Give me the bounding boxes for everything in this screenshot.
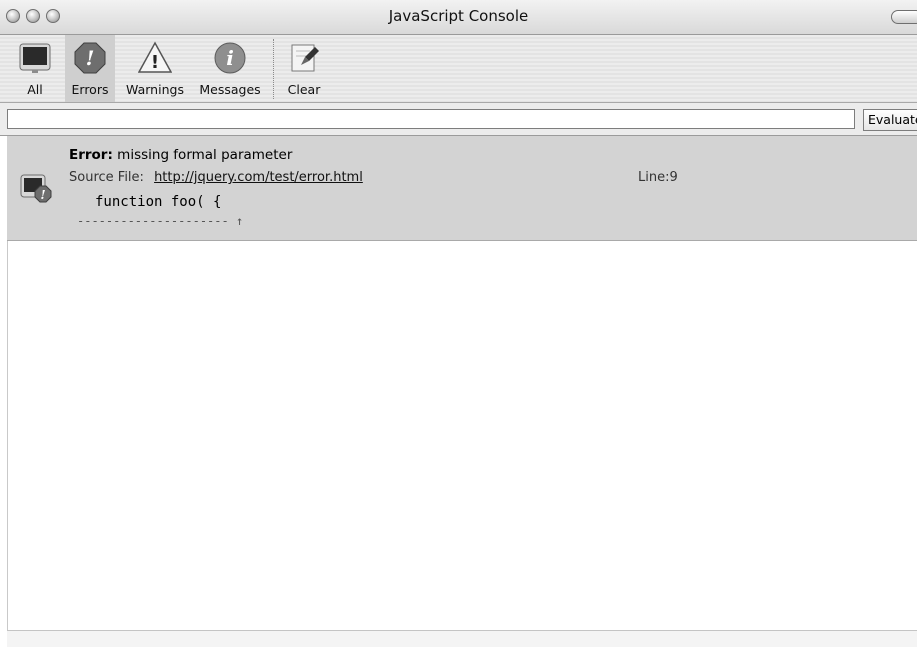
toolbar: All ! Errors ! Warnings i Messages Clear [0, 35, 917, 103]
window-title: JavaScript Console [388, 7, 529, 25]
source-file-line: Source File: http://jquery.com/test/erro… [69, 170, 363, 185]
toolbar-clear-label: Clear [287, 82, 321, 97]
toolbar-errors-button[interactable]: ! Errors [65, 35, 115, 102]
svg-text:!: ! [40, 188, 45, 202]
svg-text:!: ! [151, 52, 159, 73]
toolbar-warnings-button[interactable]: ! Warnings [120, 35, 190, 102]
toolbar-toggle-button[interactable] [891, 10, 917, 24]
source-file-link[interactable]: http://jquery.com/test/error.html [154, 170, 363, 185]
toolbar-messages-button[interactable]: i Messages [195, 35, 265, 102]
error-type-label: Error: [69, 147, 113, 163]
all-icon [19, 43, 51, 73]
evaluate-button[interactable]: Evaluate [863, 109, 917, 131]
line-number: Line:9 [638, 170, 678, 185]
toolbar-all-button[interactable]: All [10, 35, 60, 102]
toolbar-clear-button[interactable]: Clear [281, 35, 327, 102]
evaluate-bar: Evaluate [0, 103, 917, 136]
status-bar [7, 630, 917, 647]
info-icon: i [214, 42, 246, 74]
clear-icon [291, 44, 319, 72]
svg-text:i: i [226, 46, 234, 70]
error-code-snippet: function foo( { [95, 194, 222, 210]
toolbar-separator [273, 39, 274, 99]
error-entry-icon: ! [20, 174, 52, 203]
warning-icon: ! [138, 41, 172, 73]
errors-icon: ! [74, 42, 106, 74]
title-bar: JavaScript Console [0, 0, 917, 35]
error-position-marker: --------------------- ↑ [77, 214, 244, 228]
toolbar-errors-label: Errors [71, 82, 109, 97]
toolbar-messages-label: Messages [199, 82, 261, 97]
error-message-text: missing formal parameter [117, 147, 293, 163]
console-entry[interactable]: ! Error: missing formal parameter Source… [7, 136, 917, 241]
toolbar-warnings-label: Warnings [126, 82, 184, 97]
svg-text:!: ! [86, 46, 95, 70]
error-message: Error: missing formal parameter [69, 147, 292, 163]
evaluate-input[interactable] [7, 109, 855, 129]
source-file-label: Source File: [69, 170, 144, 185]
toolbar-all-label: All [27, 82, 43, 97]
